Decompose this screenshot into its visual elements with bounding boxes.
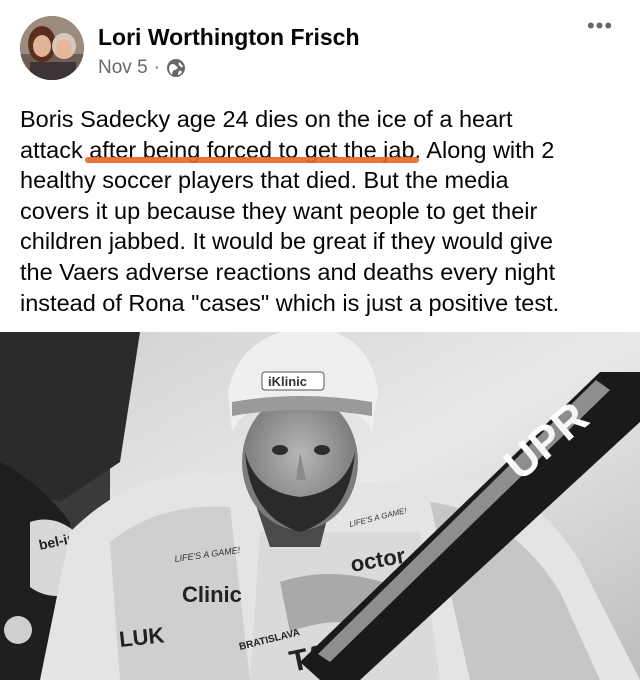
helmet-logo: iKlinic	[268, 374, 307, 389]
post-text-segment: . Along with 2	[414, 136, 555, 163]
post-photo[interactable]: bel-ir LIFE'S A GAME! LIFE'S A GAME! Cli…	[0, 332, 640, 680]
post-text-line: healthy soccer players that died. But th…	[20, 167, 509, 194]
post-text-line: instead of Rona "cases" which is just a …	[20, 289, 560, 316]
highlighted-phrase: after being forced to get the jab	[85, 135, 419, 166]
jersey-hem-text: LUK	[118, 622, 166, 652]
post-text-line: Boris Sadecky age 24 dies on the ice of …	[20, 106, 513, 132]
orange-underline	[85, 156, 419, 163]
post-meta: Nov 5 ·	[98, 57, 186, 79]
post-text: Boris Sadecky age 24 dies on the ice of …	[20, 104, 630, 318]
hockey-player-photo: bel-ir LIFE'S A GAME! LIFE'S A GAME! Cli…	[0, 332, 640, 680]
post-header: Lori Worthington Frisch Nov 5 · •••	[0, 0, 640, 95]
jersey-sponsor-clinic: Clinic	[182, 582, 242, 607]
more-options-icon[interactable]: •••	[582, 15, 618, 46]
post-text-line-highlighted: attack after being forced to get the jab…	[20, 135, 630, 166]
meta-separator: ·	[153, 57, 160, 78]
author-name[interactable]: Lori Worthington Frisch	[98, 24, 360, 51]
post-text-line: the Vaers adverse reactions and deaths e…	[20, 258, 556, 285]
author-avatar[interactable]	[20, 16, 84, 80]
globe-icon[interactable]	[166, 58, 186, 78]
post-text-line: children jabbed. It would be great if th…	[20, 228, 553, 255]
post-text-segment: attack	[20, 136, 90, 163]
post-date[interactable]: Nov 5	[98, 57, 148, 79]
post-text-line: covers it up because they want people to…	[20, 197, 538, 224]
